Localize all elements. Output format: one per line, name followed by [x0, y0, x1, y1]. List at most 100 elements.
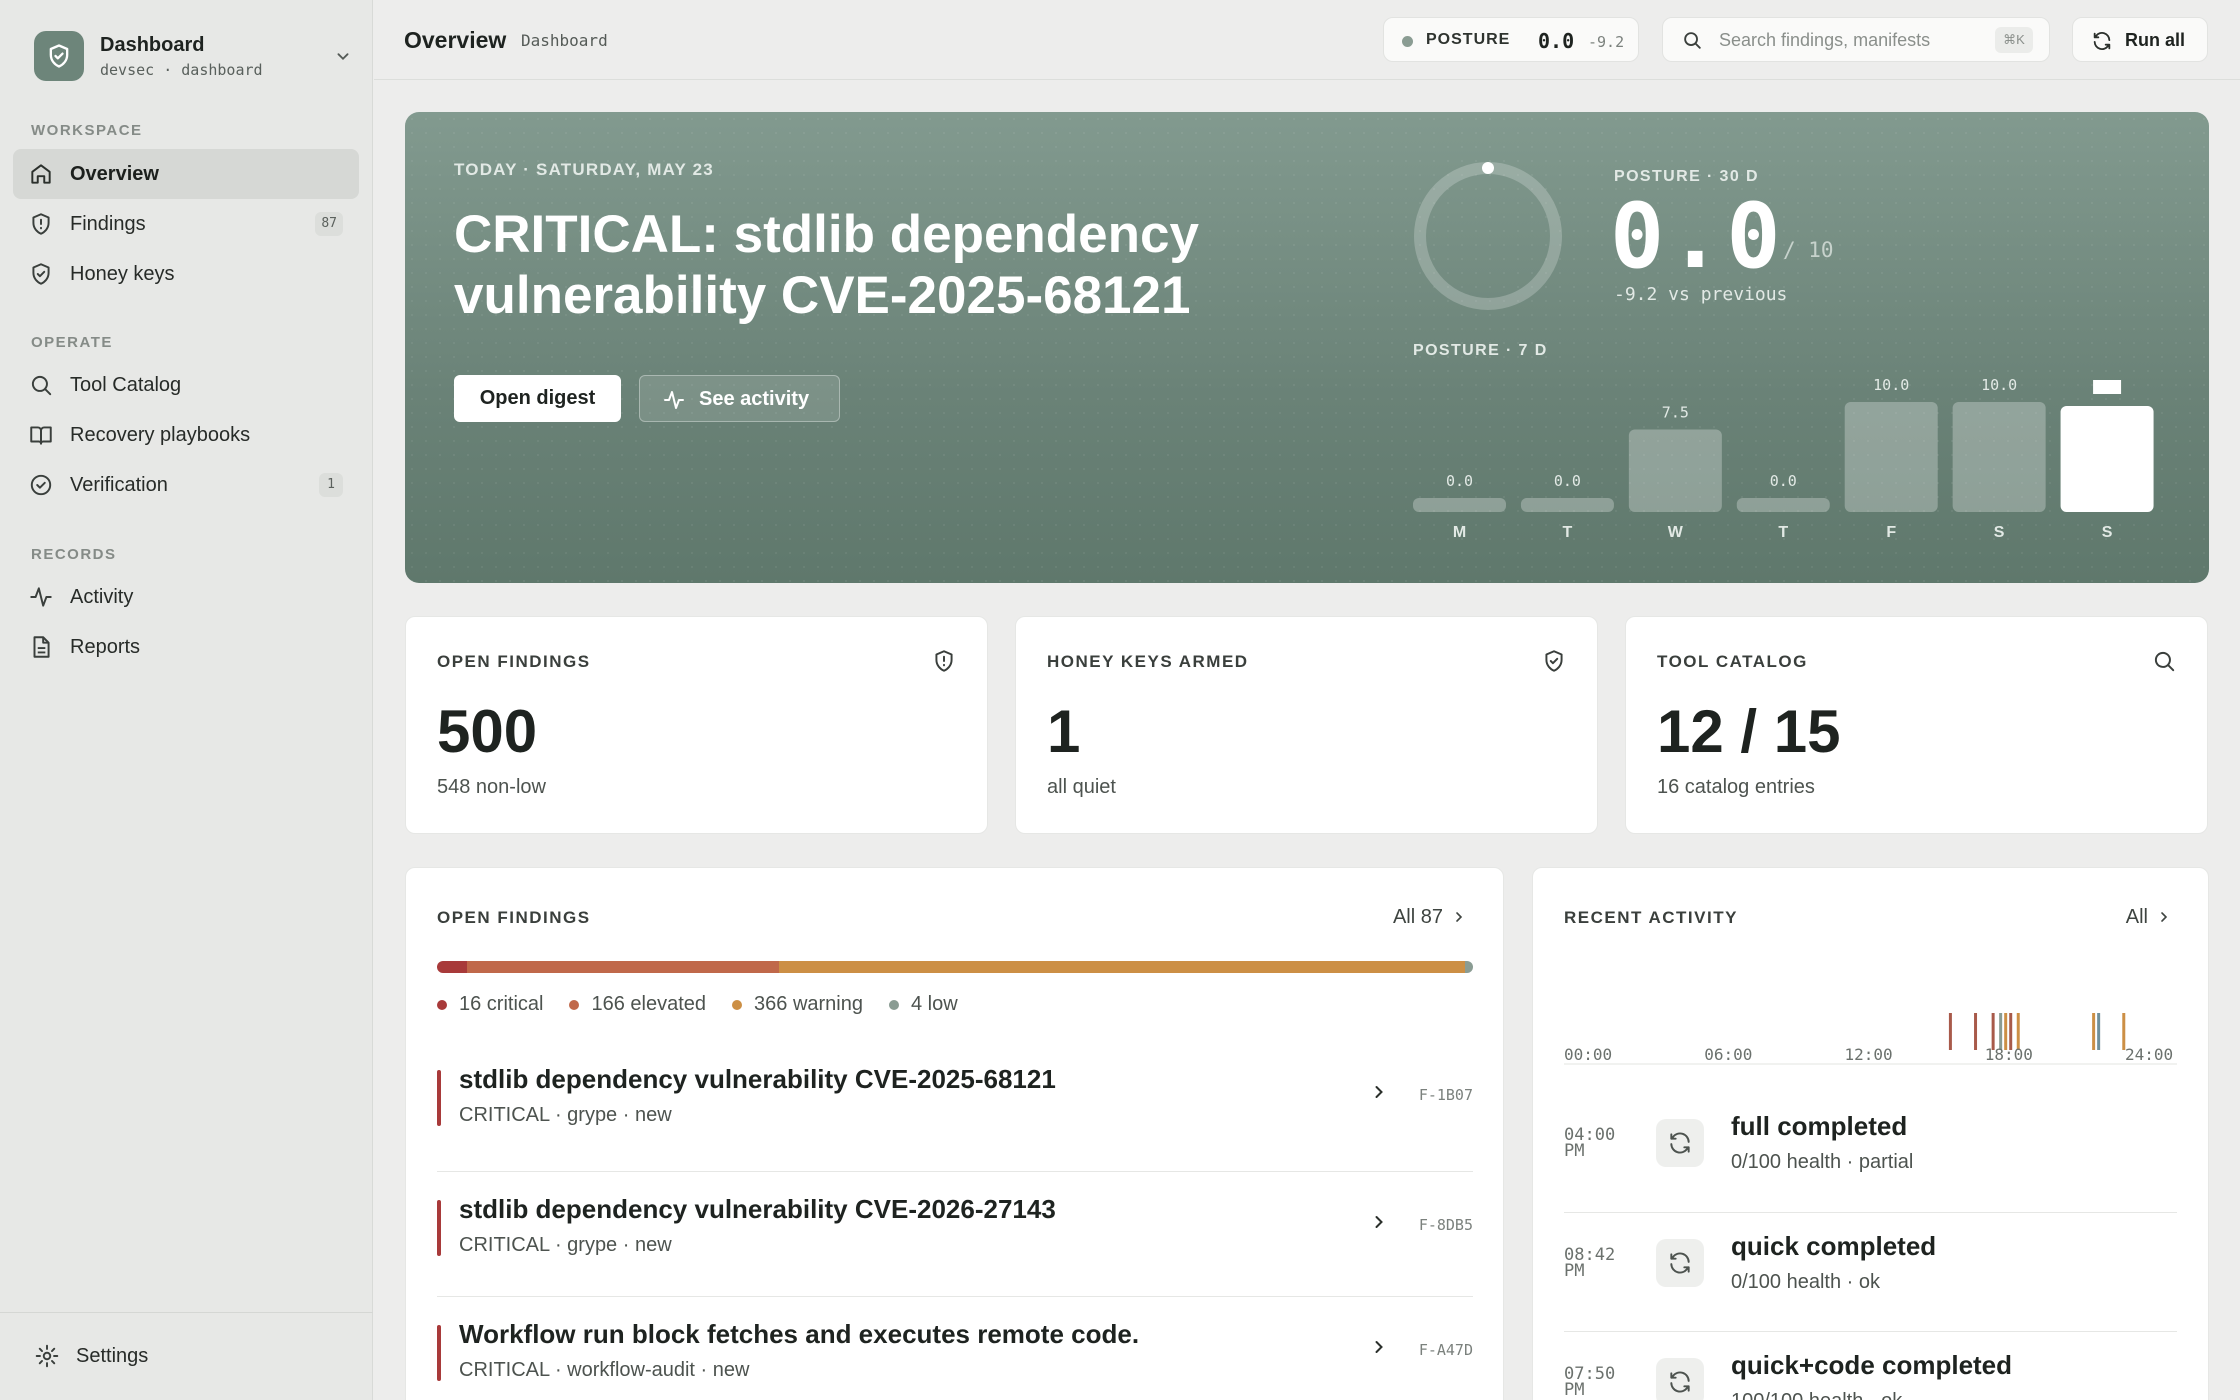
findings-count-badge: 87	[315, 212, 343, 236]
legend-item: 366 warning	[732, 993, 863, 1016]
workspace-switcher[interactable]: Dashboard devsec · dashboard	[34, 31, 354, 83]
nav-section-records: RECORDS	[31, 546, 117, 563]
finding-row[interactable]: stdlib dependency vulnerability CVE-2025…	[437, 1050, 1473, 1175]
search-icon	[1681, 29, 1703, 56]
activity-time: 07:50 PM	[1564, 1364, 1616, 1400]
search-input[interactable]: Search findings, manifests ⌘K	[1662, 17, 2050, 62]
legend-item: 4 low	[889, 993, 958, 1016]
see-activity-label: See activity	[699, 388, 810, 410]
nav-section-workspace: WORKSPACE	[31, 122, 143, 139]
severity-marker	[437, 1325, 441, 1381]
stat-value: 1	[1047, 698, 1081, 765]
finding-row[interactable]: stdlib dependency vulnerability CVE-2026…	[437, 1171, 1473, 1296]
posture-30d-max: / 10	[1783, 238, 1834, 262]
panel-title: OPEN FINDINGS	[437, 908, 591, 927]
open-digest-button[interactable]: Open digest	[454, 375, 621, 422]
sidebar-item-verification[interactable]: Verification 1	[13, 460, 359, 510]
sidebar-item-label: Tool Catalog	[70, 374, 182, 396]
hero-date: TODAY · SATURDAY, MAY 23	[454, 160, 714, 179]
legend-dot	[569, 999, 580, 1010]
bar-5	[1952, 402, 2046, 512]
stat-card-honey-keys[interactable]: HONEY KEYS ARMED 1 all quiet	[1015, 616, 1598, 834]
activity-title: quick+code completed	[1731, 1350, 2013, 1380]
activity-row[interactable]: 08:42 PM quick completed 0/100 health · …	[1564, 1212, 2177, 1331]
finding-id: F-A47D	[1418, 1341, 1473, 1359]
x-tick-label: M	[1453, 524, 1466, 541]
legend-item: 16 critical	[437, 993, 543, 1016]
nav-section-operate: OPERATE	[31, 334, 113, 351]
topbar: Overview Dashboard POSTURE 0.0 -9.2 Sear…	[374, 0, 2240, 80]
refresh-icon	[1656, 1119, 1704, 1167]
severity-legend: 16 critical 166 elevated 366 warning 4 low	[437, 993, 958, 1016]
activity-row[interactable]: 04:00 PM full completed 0/100 health · p…	[1564, 1093, 2177, 1212]
stat-value: 12 / 15	[1657, 698, 1841, 765]
stat-card-tool-catalog[interactable]: TOOL CATALOG 12 / 15 16 catalog entries	[1625, 616, 2208, 834]
sidebar-item-label: Activity	[70, 586, 134, 608]
settings-label: Settings	[76, 1345, 149, 1367]
severity-segment	[1465, 961, 1473, 973]
recent-activity-panel: RECENT ACTIVITY All 00:00 06:00 12:00 18:00…	[1532, 867, 2209, 1400]
stat-card-open-findings[interactable]: OPEN FINDINGS 500 548 non-low	[405, 616, 988, 834]
activity-title: quick completed	[1731, 1231, 1937, 1261]
all-activity-link[interactable]: All	[2126, 906, 2172, 931]
see-activity-button[interactable]: See activity	[639, 375, 840, 422]
sidebar-item-activity[interactable]: Activity	[13, 572, 359, 622]
severity-segment	[467, 961, 779, 973]
posture-7d-label: POSTURE · 7 D	[1413, 342, 1548, 359]
timeline-tick-label: 00:00	[1564, 1045, 1612, 1064]
activity-subtext: 0/100 health · ok	[1731, 1271, 1880, 1293]
shield-alert-icon	[931, 648, 957, 679]
activity-timeline: 00:00 06:00 12:00 18:00 24:00	[1564, 1013, 2177, 1065]
posture-status-dot	[1402, 36, 1413, 47]
posture-30d-value: 0.0	[1610, 184, 1785, 289]
posture-30d-delta: -9.2 vs previous	[1614, 284, 1788, 305]
chevron-right-icon	[1451, 908, 1467, 931]
stat-subtext: 16 catalog entries	[1657, 776, 1815, 798]
sidebar-item-reports[interactable]: Reports	[13, 622, 359, 672]
finding-title: stdlib dependency vulnerability CVE-2025…	[459, 1064, 1056, 1094]
legend-label: 16 critical	[459, 993, 544, 1015]
workspace-subtitle: devsec · dashboard	[100, 61, 263, 79]
x-tick-label: T	[1563, 524, 1573, 541]
run-all-button[interactable]: Run all	[2072, 17, 2208, 62]
sidebar-item-honey-keys[interactable]: Honey keys	[13, 249, 359, 299]
bar-6	[2060, 406, 2154, 512]
verification-count-badge: 1	[319, 473, 343, 497]
bar-value-label: 0.0	[1446, 472, 1473, 490]
bar-value-label: 0.0	[1554, 472, 1581, 490]
activity-row[interactable]: 07:50 PM quick+code completed 100/100 he…	[1564, 1331, 2177, 1400]
all-findings-label: All 87	[1392, 906, 1443, 928]
timeline-tick-label: 06:00	[1704, 1045, 1752, 1064]
all-findings-link[interactable]: All 87	[1393, 906, 1467, 931]
sidebar-item-tool-catalog[interactable]: Tool Catalog	[13, 360, 359, 410]
finding-meta: CRITICAL · workflow-audit · new	[459, 1359, 750, 1381]
sidebar-item-recovery-playbooks[interactable]: Recovery playbooks	[13, 410, 359, 460]
sidebar-item-overview[interactable]: Overview	[13, 149, 359, 199]
page-title: Overview	[404, 27, 507, 53]
x-tick-label: S	[1994, 524, 2005, 541]
stat-label: HONEY KEYS ARMED	[1047, 652, 1249, 671]
x-tick-label: F	[1886, 524, 1896, 541]
run-all-label: Run all	[2125, 30, 2186, 50]
activity-subtext: 100/100 health · ok	[1731, 1390, 1902, 1400]
stat-label: TOOL CATALOG	[1657, 652, 1808, 671]
sidebar: Dashboard devsec · dashboard WORKSPACE O…	[0, 0, 373, 1400]
finding-row[interactable]: Workflow run block fetches and executes …	[437, 1296, 1473, 1400]
stat-subtext: 548 non-low	[437, 776, 546, 798]
bar-2	[1628, 429, 1722, 512]
shield-alert-icon	[28, 211, 54, 237]
sidebar-item-label: Recovery playbooks	[70, 424, 251, 446]
severity-marker	[437, 1070, 441, 1126]
legend-label: 366 warning	[754, 993, 863, 1015]
book-icon	[28, 422, 54, 448]
chevron-down-icon[interactable]	[332, 45, 354, 72]
hero-title: CRITICAL: stdlib dependency vulnerabilit…	[454, 205, 1199, 325]
legend-dot	[437, 999, 447, 1010]
legend-dot	[732, 999, 743, 1010]
posture-pill[interactable]: POSTURE 0.0 -9.2	[1383, 17, 1639, 62]
sidebar-item-findings[interactable]: Findings 87	[13, 199, 359, 249]
legend-label: 166 elevated	[591, 993, 707, 1015]
legend-label: 4 low	[911, 993, 958, 1015]
hero-banner: TODAY · SATURDAY, MAY 23 CRITICAL: stdli…	[405, 112, 2209, 583]
sidebar-item-settings[interactable]: Settings	[0, 1312, 373, 1400]
